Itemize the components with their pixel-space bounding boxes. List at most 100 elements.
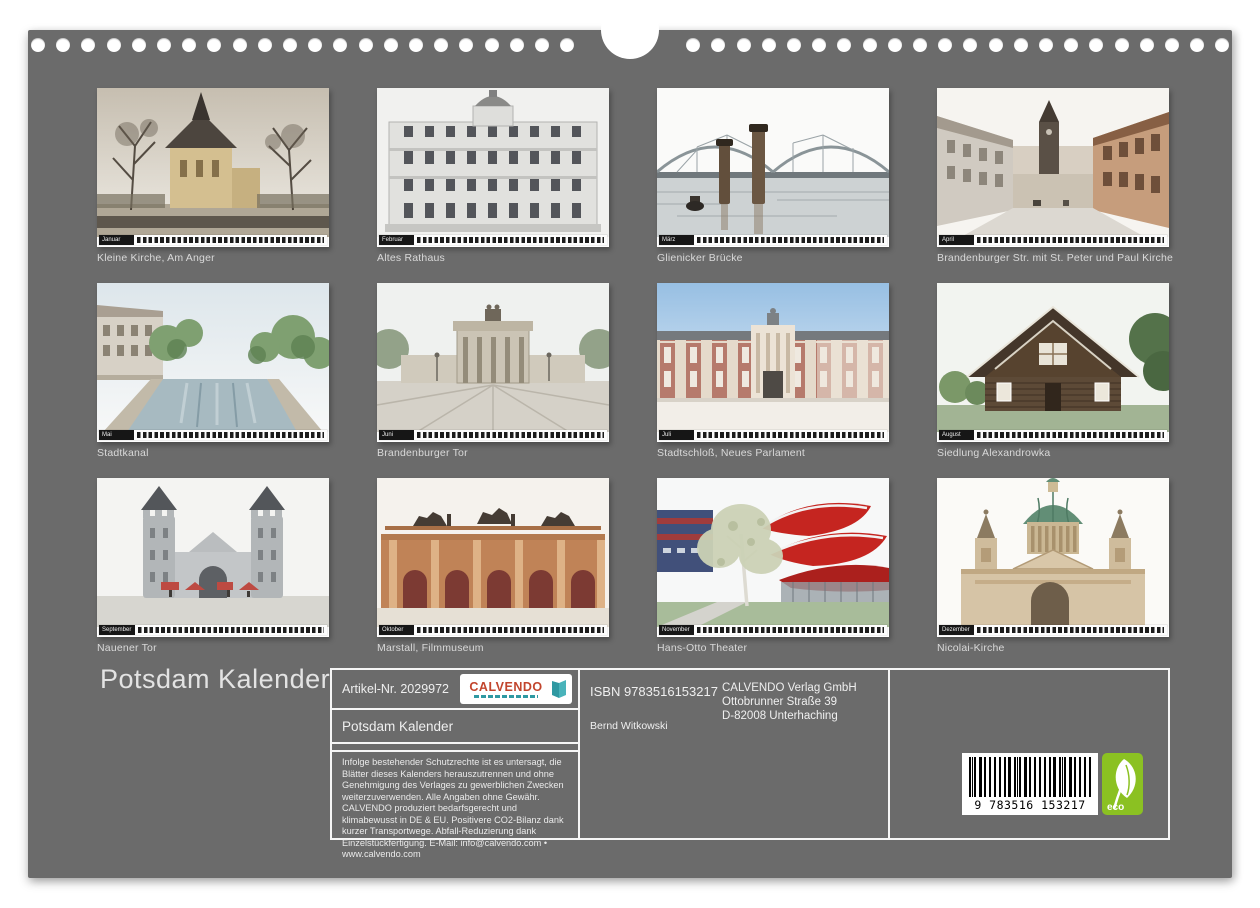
binding-hole xyxy=(988,38,1003,52)
binding-hole xyxy=(1013,38,1028,52)
mini-calendar-strip: November xyxy=(659,625,887,635)
barcode-number: 9 783516 153217 xyxy=(969,797,1091,813)
thumbnail-caption: Brandenburger Str. mit St. Peter und Pau… xyxy=(937,252,1174,264)
mini-calendar-strip: August xyxy=(939,430,1167,440)
author-name: Bernd Witkowski xyxy=(590,720,668,732)
thumbnail-caption: Altes Rathaus xyxy=(377,252,445,264)
calvendo-tagline xyxy=(474,695,538,698)
day-cells xyxy=(697,627,884,633)
day-cells xyxy=(697,432,884,438)
month-thumbnail: März xyxy=(657,88,889,247)
photo-altes-rathaus-icon xyxy=(377,88,609,237)
month-thumbnail: Dezember xyxy=(937,478,1169,637)
thumbnail-caption: Stadtkanal xyxy=(97,447,149,459)
legal-text: Infolge bestehender Schutzrechte ist es … xyxy=(342,757,564,859)
photo-stadtschloss-icon xyxy=(657,283,889,432)
binding-hole xyxy=(913,38,927,52)
binding-hole xyxy=(812,38,827,52)
article-number: Artikel-Nr. 2029972 xyxy=(342,682,450,696)
panel-divider xyxy=(888,670,890,838)
barcode-bars xyxy=(969,757,1091,797)
day-cells xyxy=(977,627,1164,633)
binding-hole xyxy=(1165,38,1179,52)
binding-hole xyxy=(686,38,701,52)
day-cells xyxy=(417,432,604,438)
mini-calendar-strip: Juli xyxy=(659,430,887,440)
photo-kleine-kirche-icon xyxy=(97,88,329,237)
calvendo-logo: CALVENDO xyxy=(460,674,572,704)
calvendo-book-icon xyxy=(552,680,566,698)
thumbnail-caption: Nicolai-Kirche xyxy=(937,642,1005,654)
binding-hole xyxy=(308,38,323,52)
binding-hole xyxy=(1089,38,1104,52)
eco-label: eco xyxy=(1107,802,1125,813)
month-label: Februar xyxy=(379,235,414,245)
binding-hole xyxy=(509,38,524,52)
month-thumbnail: November xyxy=(657,478,889,637)
month-thumbnail: August xyxy=(937,283,1169,442)
photo-marstall-icon xyxy=(377,478,609,627)
month-cell-november: November Hans-Otto Theater xyxy=(657,478,889,673)
month-label: Mai xyxy=(99,430,134,440)
month-cell-juni: Juni Brandenburger Tor xyxy=(377,283,609,478)
photo-glienicker-bruecke-icon xyxy=(657,88,889,237)
binding-hole xyxy=(887,38,902,52)
month-thumbnail: April xyxy=(937,88,1169,247)
binding-hole xyxy=(409,38,423,52)
binding-hole xyxy=(1215,38,1230,52)
photo-brandenburger-strasse-icon xyxy=(937,88,1169,237)
binding-hole xyxy=(283,38,297,52)
binding-hole xyxy=(434,38,449,52)
day-cells xyxy=(417,237,604,243)
binding-hole xyxy=(207,38,222,52)
binding-hole xyxy=(761,38,776,52)
month-thumbnail: Juni xyxy=(377,283,609,442)
month-label: Juni xyxy=(379,430,414,440)
binding-hole xyxy=(938,38,953,52)
month-label: April xyxy=(939,235,974,245)
publisher-address: CALVENDO Verlag GmbH Ottobrunner Straße … xyxy=(722,682,857,723)
month-label: März xyxy=(659,235,694,245)
binding-hole xyxy=(131,38,146,52)
binding-hole xyxy=(31,38,45,52)
month-cell-januar: Januar Kleine Kirche, Am Anger xyxy=(97,88,329,283)
month-thumbnail: Januar xyxy=(97,88,329,247)
thumbnail-caption: Nauener Tor xyxy=(97,642,157,654)
day-cells xyxy=(977,237,1164,243)
binding-hole xyxy=(1039,38,1053,52)
month-thumbnail: Oktober xyxy=(377,478,609,637)
day-cells xyxy=(138,627,324,633)
month-thumbnail: Mai xyxy=(97,283,329,442)
thumbnail-caption: Stadtschloß, Neues Parlament xyxy=(657,447,806,459)
photo-hans-otto-theater-icon xyxy=(657,478,889,627)
month-thumbnail: September xyxy=(97,478,329,637)
photo-nicolai-kirche-icon xyxy=(937,478,1169,627)
binding-hole xyxy=(358,38,373,52)
cover-card: Januar Kleine Kirche, Am Anger Februar A… xyxy=(28,1,1232,878)
month-label: Dezember xyxy=(939,625,974,635)
mini-calendar-strip: Februar xyxy=(379,235,607,245)
thumbnail-caption: Glienicker Brücke xyxy=(657,252,743,264)
month-thumbnail: Februar xyxy=(377,88,609,247)
photo-alexandrowka-icon xyxy=(937,283,1169,432)
photo-brandenburger-tor-icon xyxy=(377,283,609,432)
mini-calendar-strip: Mai xyxy=(99,430,327,440)
calvendo-wordmark: CALVENDO xyxy=(465,680,547,698)
month-label: August xyxy=(939,430,974,440)
mini-calendar-strip: März xyxy=(659,235,887,245)
binding-hole xyxy=(862,38,877,52)
month-cell-mai: Mai Stadtkanal xyxy=(97,283,329,478)
publisher-city: D-82008 Unterhaching xyxy=(722,709,838,722)
publisher-street: Ottobrunner Straße 39 xyxy=(722,695,838,708)
isbn-number: ISBN 9783516153217 xyxy=(590,684,718,699)
binding-hole xyxy=(56,38,71,52)
months-grid: Januar Kleine Kirche, Am Anger Februar A… xyxy=(97,88,1174,673)
month-cell-august: August Siedlung Alexandrowka xyxy=(937,283,1169,478)
publisher-name: CALVENDO Verlag GmbH xyxy=(722,682,857,694)
binding-hole xyxy=(157,38,171,52)
month-label: Januar xyxy=(99,235,134,245)
mini-calendar-strip: April xyxy=(939,235,1167,245)
mini-calendar-strip: Juni xyxy=(379,430,607,440)
month-label: November xyxy=(659,625,694,635)
mini-calendar-strip: Januar xyxy=(99,235,327,245)
